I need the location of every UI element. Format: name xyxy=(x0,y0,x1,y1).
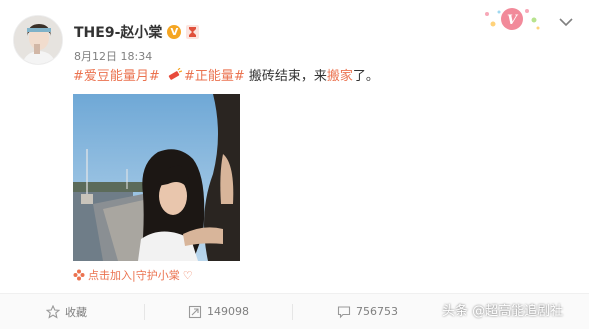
watermark: 头条 @超高能追剧社 xyxy=(442,304,564,319)
author-row: THE9-赵小棠 V xyxy=(74,22,200,42)
post-timestamp[interactable]: 8月12日 18:34 xyxy=(74,48,152,64)
star-icon xyxy=(46,304,60,319)
hourglass-badge-icon xyxy=(186,25,200,39)
keyword-link[interactable]: 搬家 xyxy=(327,69,353,84)
repost-button[interactable]: 149098 xyxy=(188,294,249,329)
flower-icon xyxy=(73,269,85,281)
comment-icon xyxy=(337,305,351,318)
post-photo[interactable] xyxy=(73,94,240,261)
heart-outline-icon: ♡ xyxy=(182,268,193,282)
favorite-button[interactable]: 收藏 xyxy=(46,294,87,329)
divider xyxy=(292,304,293,320)
post-text-middle: 搬砖结束，来 xyxy=(244,69,327,84)
guard-link-label: 点击加入|守护小棠 xyxy=(88,269,180,282)
firecracker-icon xyxy=(168,68,182,80)
divider xyxy=(144,304,145,320)
comment-count: 756753 xyxy=(356,305,398,318)
favorite-label: 收藏 xyxy=(65,305,87,319)
repost-icon xyxy=(188,305,202,318)
avatar[interactable] xyxy=(13,15,63,65)
card-decoration-icon: V xyxy=(485,8,540,30)
username[interactable]: THE9-赵小棠 xyxy=(74,22,162,42)
topic-link-positive-energy[interactable]: #正能量# xyxy=(184,69,245,84)
comment-button[interactable]: 756753 xyxy=(337,294,398,329)
post-text-end: 了。 xyxy=(352,69,379,84)
post-text: #爱豆能量月# #正能量# 搬砖结束，来搬家了。 xyxy=(73,68,379,86)
chevron-down-icon[interactable] xyxy=(558,16,574,28)
guard-link[interactable]: 点击加入|守护小棠 ♡ xyxy=(73,267,193,283)
verified-badge-icon: V xyxy=(167,25,182,39)
topic-link-idol-energy[interactable]: #爱豆能量月# xyxy=(73,69,160,84)
repost-count: 149098 xyxy=(207,305,249,318)
